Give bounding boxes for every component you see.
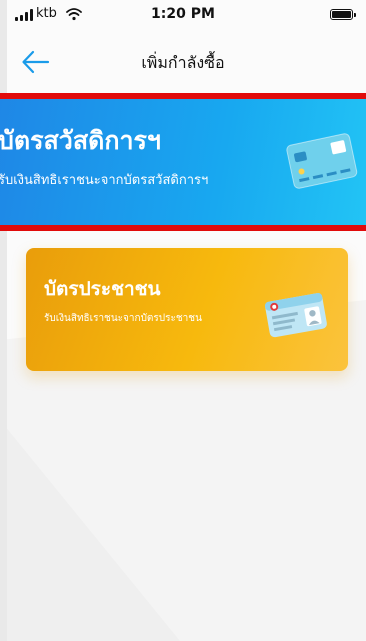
id-card-icon — [264, 293, 327, 338]
status-time: 1:20 PM — [151, 6, 215, 22]
welfare-card-title: บัตรสวัสดิการฯ — [0, 126, 161, 155]
battery-icon — [330, 9, 356, 20]
navigation-bar: เพิ่มกำลังซื้อ — [0, 32, 366, 90]
page-title: เพิ่มกำลังซื้อ — [141, 53, 225, 72]
id-card-option[interactable]: บัตรประชาชน รับเงินสิทธิเราชนะจากบัตรประ… — [26, 248, 348, 371]
welfare-card-option[interactable]: บัตรสวัสดิการฯ รับเงินสิทธิเราชนะจากบัตร… — [0, 93, 366, 231]
id-card-subtitle: รับเงินสิทธิเราชนะจากบัตรประชาชน — [44, 313, 202, 324]
id-card-title: บัตรประชาชน — [44, 278, 161, 300]
app-screen: ktb 1:20 PM เพิ่มกำลังซื้อ บัตรสวัสดิการ… — [0, 0, 366, 641]
status-bar: ktb 1:20 PM — [0, 0, 366, 32]
welfare-card-subtitle: รับเงินสิทธิเราชนะจากบัตรสวัสดิการฯ — [0, 173, 209, 188]
credit-card-icon — [286, 133, 358, 189]
